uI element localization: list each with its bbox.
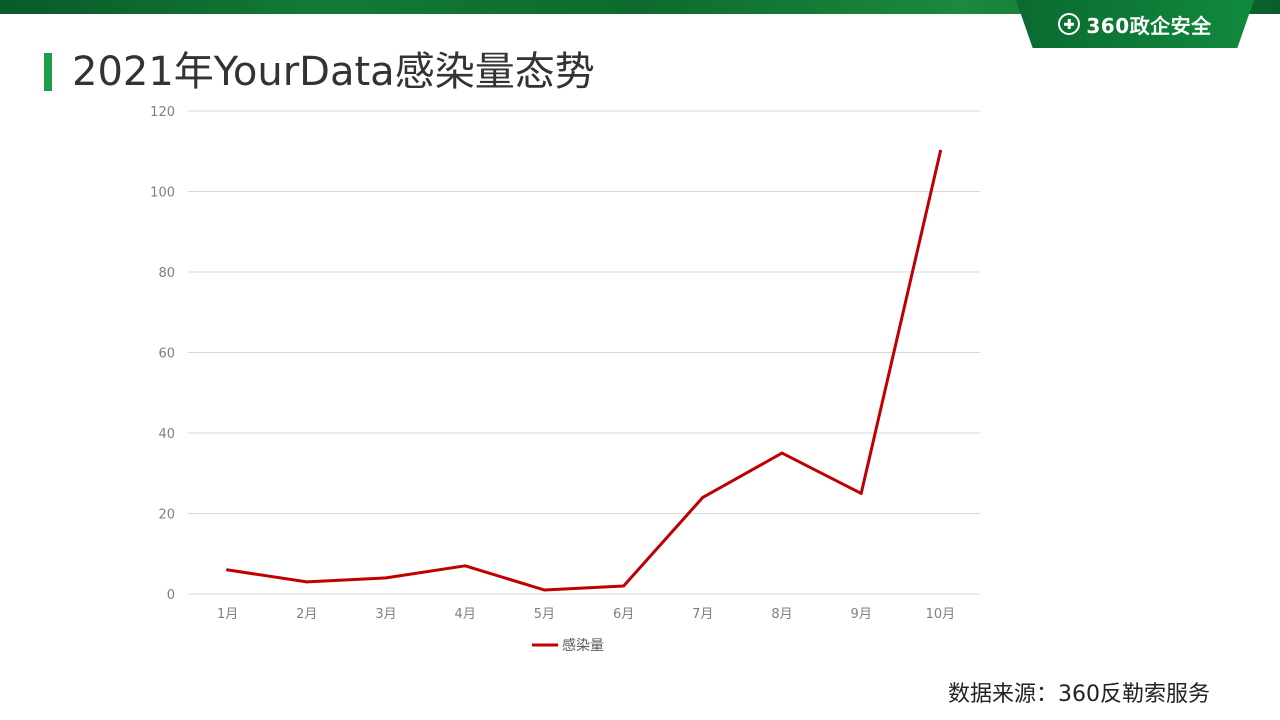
x-tick-label: 9月 <box>851 607 872 622</box>
series-line <box>226 149 942 592</box>
y-tick-label: 100 <box>150 186 175 201</box>
y-tick-label: 60 <box>158 347 175 362</box>
x-tick-label: 4月 <box>455 607 476 622</box>
data-point <box>780 451 784 455</box>
data-point <box>701 495 705 499</box>
data-point <box>226 568 230 572</box>
x-tick-label: 8月 <box>771 607 792 622</box>
y-tick-label: 0 <box>167 588 175 603</box>
legend-label: 感染量 <box>562 637 604 654</box>
data-point <box>542 588 546 592</box>
y-tick-label: 20 <box>158 508 175 523</box>
data-point <box>938 149 942 153</box>
line-chart: 0 20 40 60 80 100 120 1月 2月 3月 4月 5月 6月 7月 8月 9月 10月感染量 <box>150 105 980 654</box>
y-tick-label: 40 <box>158 427 175 442</box>
slide: 360政企安全 2021年YourData感染量态势 0 20 40 60 80 100 1… <box>0 0 1280 720</box>
x-tick-label: 6月 <box>613 607 634 622</box>
y-tick-label: 80 <box>158 266 175 281</box>
data-source-note: 数据来源：360反勒索服务 <box>948 682 1210 707</box>
y-tick-label: 120 <box>150 105 175 120</box>
x-tick-label: 7月 <box>692 607 713 622</box>
x-tick-label: 3月 <box>375 607 396 622</box>
x-tick-label: 1月 <box>217 607 238 622</box>
data-point <box>622 584 626 588</box>
data-point <box>305 580 309 584</box>
x-tick-label: 2月 <box>296 607 317 622</box>
data-point <box>463 564 467 568</box>
x-tick-label: 5月 <box>534 607 555 622</box>
data-point <box>384 576 388 580</box>
x-tick-label: 10月 <box>926 607 956 622</box>
data-point <box>859 491 863 495</box>
